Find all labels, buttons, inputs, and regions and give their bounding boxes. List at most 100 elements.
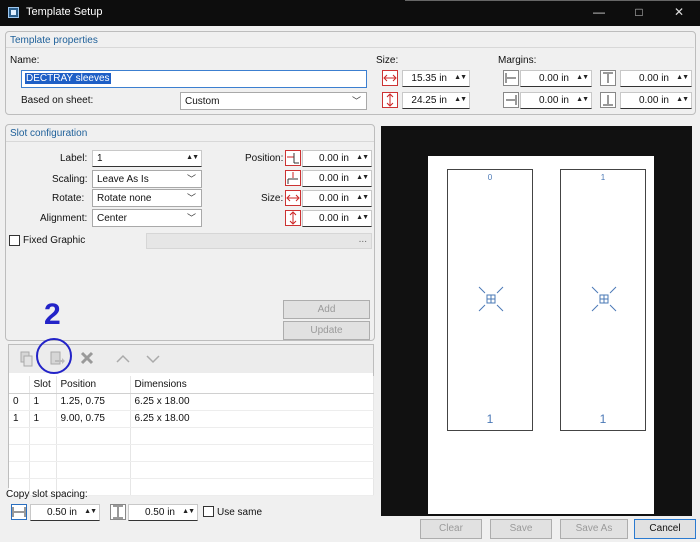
chevron-down-icon: ﹀ xyxy=(186,193,196,203)
preview-slot[interactable]: 1 1 xyxy=(560,169,646,431)
margin-left-input[interactable]: 0.00 in ▲▼ xyxy=(520,70,592,87)
position-y-input[interactable]: 0.00 in ▲▼ xyxy=(302,170,372,187)
column-header[interactable]: Slot xyxy=(29,376,57,394)
column-header[interactable] xyxy=(9,376,30,394)
move-down-icon[interactable] xyxy=(145,353,161,365)
alignment-select[interactable]: Center ﹀ xyxy=(92,209,202,227)
save-button[interactable]: Save xyxy=(490,519,552,539)
table-cell: 1.25, 0.75 xyxy=(56,393,131,411)
add-button[interactable]: Add xyxy=(283,300,370,319)
table-row xyxy=(9,444,374,462)
table-cell: 9.00, 0.75 xyxy=(56,410,131,428)
size-label: Size: xyxy=(376,55,399,66)
margin-top-input[interactable]: 0.00 in ▲▼ xyxy=(620,70,692,87)
slot-size-label: Size: xyxy=(261,193,284,204)
vertical-spacing-input[interactable]: 0.50 in ▲▼ xyxy=(128,504,198,521)
table-cell: 0 xyxy=(9,393,30,411)
slot-height-value: 0.00 in xyxy=(318,213,349,224)
spin-arrows-icon[interactable]: ▲▼ xyxy=(356,212,369,224)
delete-slot-icon[interactable] xyxy=(79,350,95,366)
template-properties-heading: Template properties xyxy=(10,35,98,46)
horizontal-spacing-icon xyxy=(11,504,27,520)
label-value: 1 xyxy=(97,153,103,164)
table-row xyxy=(9,461,374,479)
spin-arrows-icon[interactable]: ▲▼ xyxy=(356,172,369,184)
preview-slot[interactable]: 0 1 xyxy=(447,169,533,431)
rotate-select[interactable]: Rotate none ﹀ xyxy=(92,189,202,207)
label-input[interactable]: 1 ▲▼ xyxy=(92,150,202,167)
spin-arrows-icon[interactable]: ▲▼ xyxy=(356,152,369,164)
slot-index: 1 xyxy=(600,173,606,182)
use-same-checkbox[interactable] xyxy=(203,506,214,517)
spin-arrows-icon[interactable]: ▲▼ xyxy=(356,192,369,204)
spin-arrows-icon[interactable]: ▲▼ xyxy=(676,94,689,106)
alignment-label: Alignment: xyxy=(40,213,88,224)
update-button[interactable]: Update xyxy=(283,321,370,340)
spin-arrows-icon[interactable]: ▲▼ xyxy=(84,506,97,518)
fixed-graphic-checkbox[interactable] xyxy=(9,235,20,246)
based-on-value: Custom xyxy=(185,96,220,107)
minimize-button[interactable]: — xyxy=(590,5,608,19)
based-on-select[interactable]: Custom ﹀ xyxy=(180,92,367,110)
table-cell: 6.25 x 18.00 xyxy=(130,393,374,411)
slot-width-input[interactable]: 0.00 in ▲▼ xyxy=(302,190,372,207)
chevron-down-icon: ﹀ xyxy=(351,96,361,106)
center-align-icon xyxy=(589,284,619,314)
position-x-input[interactable]: 0.00 in ▲▼ xyxy=(302,150,372,167)
spin-arrows-icon[interactable]: ▲▼ xyxy=(454,72,467,84)
margin-right-input[interactable]: 0.00 in ▲▼ xyxy=(520,92,592,109)
fixed-graphic-path[interactable]: ... xyxy=(146,233,372,249)
rotate-label: Rotate: xyxy=(52,193,85,204)
cancel-button[interactable]: Cancel xyxy=(634,519,696,539)
move-up-icon[interactable] xyxy=(115,353,131,365)
slot-height-icon xyxy=(285,210,301,226)
margin-bottom-input[interactable]: 0.00 in ▲▼ xyxy=(620,92,692,109)
margin-left-icon xyxy=(503,70,519,86)
height-icon xyxy=(382,92,398,108)
horizontal-spacing-input[interactable]: 0.50 in ▲▼ xyxy=(30,504,100,521)
name-field[interactable]: DECTRAY sleeves xyxy=(21,70,367,88)
margin-right-icon xyxy=(503,92,519,108)
table-row[interactable]: 0 1 1.25, 0.75 6.25 x 18.00 xyxy=(9,393,374,411)
table-row[interactable]: 1 1 9.00, 0.75 6.25 x 18.00 xyxy=(9,410,374,428)
column-header[interactable]: Dimensions xyxy=(130,376,374,394)
clear-button[interactable]: Clear xyxy=(420,519,482,539)
table-cell: 6.25 x 18.00 xyxy=(130,410,374,428)
divider xyxy=(6,141,374,142)
spin-arrows-icon[interactable]: ▲▼ xyxy=(576,94,589,106)
slot-label: 1 xyxy=(486,412,494,426)
name-label: Name: xyxy=(10,55,40,66)
spin-arrows-icon[interactable]: ▲▼ xyxy=(576,72,589,84)
copy-slot-spacing-label: Copy slot spacing: xyxy=(6,489,88,500)
close-button[interactable]: ✕ xyxy=(670,5,688,19)
width-input[interactable]: 15.35 in ▲▼ xyxy=(402,70,470,87)
position-x-icon xyxy=(285,150,301,166)
based-on-label: Based on sheet: xyxy=(21,95,94,106)
browse-ellipsis[interactable]: ... xyxy=(359,234,367,245)
annotation-circle xyxy=(36,338,72,374)
spin-arrows-icon[interactable]: ▲▼ xyxy=(454,94,467,106)
slot-configuration-heading: Slot configuration xyxy=(10,128,88,139)
height-input[interactable]: 24.25 in ▲▼ xyxy=(402,92,470,109)
title-bar: Template Setup — □ ✕ xyxy=(0,0,700,26)
margins-label: Margins: xyxy=(498,55,537,66)
scaling-label: Scaling: xyxy=(52,174,88,185)
taskbar-edge xyxy=(405,0,700,1)
slot-height-input[interactable]: 0.00 in ▲▼ xyxy=(302,210,372,227)
table-cell: 1 xyxy=(9,410,30,428)
spin-arrows-icon[interactable]: ▲▼ xyxy=(182,506,195,518)
position-y-icon xyxy=(285,170,301,186)
vertical-spacing-value: 0.50 in xyxy=(144,507,175,518)
margin-bottom-value: 0.00 in xyxy=(638,95,669,106)
save-as-button[interactable]: Save As xyxy=(560,519,628,539)
margin-bottom-icon xyxy=(600,92,616,108)
spin-arrows-icon[interactable]: ▲▼ xyxy=(676,72,689,84)
margin-top-icon xyxy=(600,70,616,86)
spin-arrows-icon[interactable]: ▲▼ xyxy=(186,152,199,164)
copy-slot-icon[interactable] xyxy=(19,351,35,367)
maximize-button[interactable]: □ xyxy=(630,5,648,19)
position-y-value: 0.00 in xyxy=(318,173,349,184)
scaling-select[interactable]: Leave As Is ﹀ xyxy=(92,170,202,188)
vertical-spacing-icon xyxy=(110,504,126,520)
column-header[interactable]: Position xyxy=(56,376,131,394)
